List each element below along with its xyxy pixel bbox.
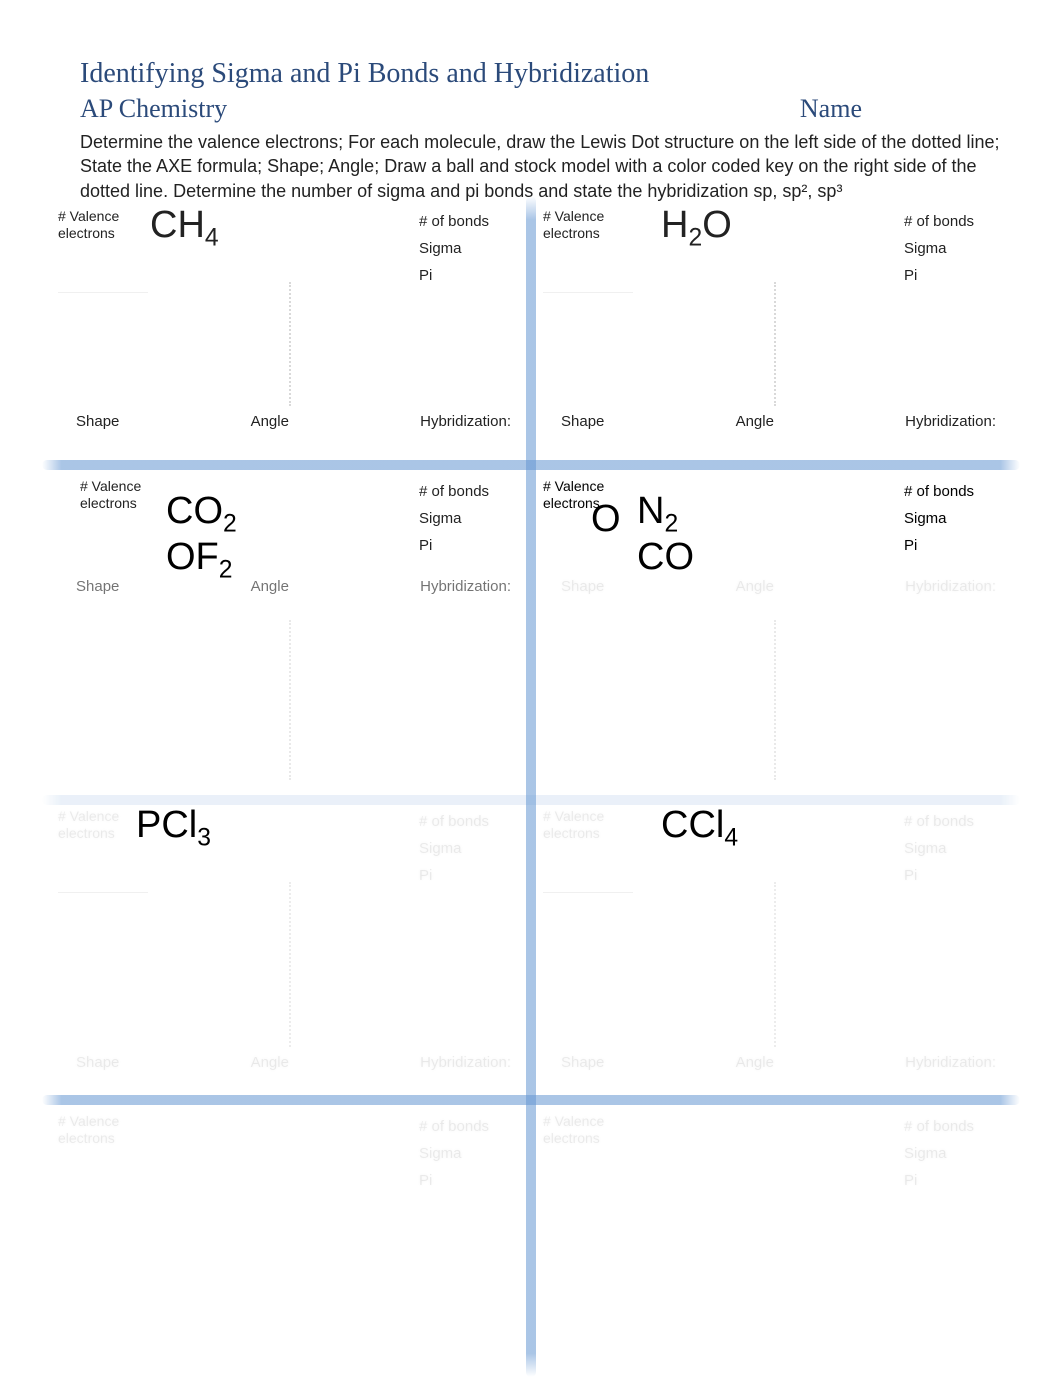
cell-bottom-row: Shape Angle Hybridization: xyxy=(531,413,1016,438)
horizontal-divider xyxy=(42,1095,1020,1105)
overlay-o: O xyxy=(591,498,621,541)
instructions-text: Determine the valence electrons; For eac… xyxy=(80,130,1022,203)
cell-pcl3: # Valence electrons # of bonds Sigma Pi … xyxy=(46,800,531,1095)
cell-bottom-row: Shape Angle Hybridization: xyxy=(46,578,531,603)
angle-label: Angle xyxy=(736,578,774,595)
cell-ghost-left: # Valence electrons # of bonds Sigma Pi xyxy=(46,1105,531,1265)
cell-ch4: # Valence electrons # of bonds Sigma Pi … xyxy=(46,200,531,460)
molecule-formula: H2O xyxy=(661,204,732,253)
dotted-divider xyxy=(774,882,776,1047)
cell-n2-co: # Valence electrons # of bonds Sigma Pi … xyxy=(531,470,1016,800)
subtitle-row: AP Chemistry Name xyxy=(80,94,1022,124)
angle-label: Angle xyxy=(251,413,289,430)
bonds-label: # of bonds Sigma Pi xyxy=(904,478,1004,559)
molecule-formula: CH4 xyxy=(150,204,219,253)
valence-label: # Valence electrons xyxy=(80,478,170,512)
cell-top-row: # Valence electrons # of bonds Sigma Pi xyxy=(531,200,1016,293)
valence-label: # Valence electrons xyxy=(58,808,148,893)
angle-label: Angle xyxy=(251,1054,289,1071)
molecule-formula: N2 xyxy=(637,490,678,539)
cell-bottom-row: Shape Angle Hybridization: xyxy=(531,578,1016,603)
molecule-formula: PCl3 xyxy=(136,804,211,853)
dotted-divider xyxy=(289,282,291,406)
bonds-label: # of bonds Sigma Pi xyxy=(904,208,1004,289)
valence-label: # Valence electrons xyxy=(543,1113,633,1147)
cell-top-row: # Valence electrons # of bonds Sigma Pi xyxy=(46,470,531,559)
dotted-divider xyxy=(774,282,776,406)
shape-label: Shape xyxy=(76,413,119,430)
dotted-divider xyxy=(774,620,776,780)
bonds-label: # of bonds Sigma Pi xyxy=(419,808,519,889)
bonds-label: # of bonds Sigma Pi xyxy=(419,1113,519,1194)
hybridization-label: Hybridization: xyxy=(905,413,996,430)
bonds-label: # of bonds Sigma Pi xyxy=(904,1113,1004,1194)
cell-top-row: # Valence electrons # of bonds Sigma Pi xyxy=(46,800,531,893)
shape-label: Shape xyxy=(76,1054,119,1071)
shape-label: Shape xyxy=(561,578,604,595)
bonds-label: # of bonds Sigma Pi xyxy=(904,808,1004,889)
cell-co2-of2: # Valence electrons # of bonds Sigma Pi … xyxy=(46,470,531,800)
worksheet-grid: # Valence electrons # of bonds Sigma Pi … xyxy=(46,200,1016,1377)
cell-ghost-right: # Valence electrons # of bonds Sigma Pi xyxy=(531,1105,1016,1265)
valence-label: # Valence electrons xyxy=(58,208,148,293)
molecule-formula: CO xyxy=(637,536,694,579)
hybridization-label: Hybridization: xyxy=(420,413,511,430)
horizontal-divider xyxy=(42,460,1020,470)
course-label: AP Chemistry xyxy=(80,94,227,124)
cell-bottom-row: Shape Angle Hybridization: xyxy=(46,413,531,438)
valence-label: # Valence electrons xyxy=(543,208,633,293)
valence-label: # Valence electrons xyxy=(58,1113,148,1147)
hybridization-label: Hybridization: xyxy=(905,1054,996,1071)
angle-label: Angle xyxy=(736,413,774,430)
worksheet-header: Identifying Sigma and Pi Bonds and Hybri… xyxy=(40,58,1022,203)
cell-top-row: # Valence electrons # of bonds Sigma Pi xyxy=(531,1105,1016,1194)
cell-bottom-row: Shape Angle Hybridization: xyxy=(531,1054,1016,1079)
molecule-formula: CCl4 xyxy=(661,804,738,853)
angle-label: Angle xyxy=(251,578,289,595)
angle-label: Angle xyxy=(736,1054,774,1071)
cell-h2o: # Valence electrons # of bonds Sigma Pi … xyxy=(531,200,1016,460)
shape-label: Shape xyxy=(561,1054,604,1071)
name-label: Name xyxy=(800,94,862,124)
cell-ccl4: # Valence electrons # of bonds Sigma Pi … xyxy=(531,800,1016,1095)
cell-top-row: # Valence electrons # of bonds Sigma Pi xyxy=(46,200,531,293)
cell-bottom-row: Shape Angle Hybridization: xyxy=(46,1054,531,1079)
bonds-label: # of bonds Sigma Pi xyxy=(419,208,519,289)
cell-top-row: # Valence electrons # of bonds Sigma Pi xyxy=(531,800,1016,893)
bonds-label: # of bonds Sigma Pi xyxy=(419,478,519,559)
valence-label: # Valence electrons xyxy=(543,808,633,893)
molecule-formula: CO2 xyxy=(166,490,237,539)
hybridization-label: Hybridization: xyxy=(905,578,996,595)
dotted-divider xyxy=(289,620,291,780)
hybridization-label: Hybridization: xyxy=(420,1054,511,1071)
page-title: Identifying Sigma and Pi Bonds and Hybri… xyxy=(80,58,1022,90)
shape-label: Shape xyxy=(76,578,119,595)
cell-top-row: # Valence electrons # of bonds Sigma Pi xyxy=(46,1105,531,1194)
dotted-divider xyxy=(289,882,291,1047)
shape-label: Shape xyxy=(561,413,604,430)
hybridization-label: Hybridization: xyxy=(420,578,511,595)
